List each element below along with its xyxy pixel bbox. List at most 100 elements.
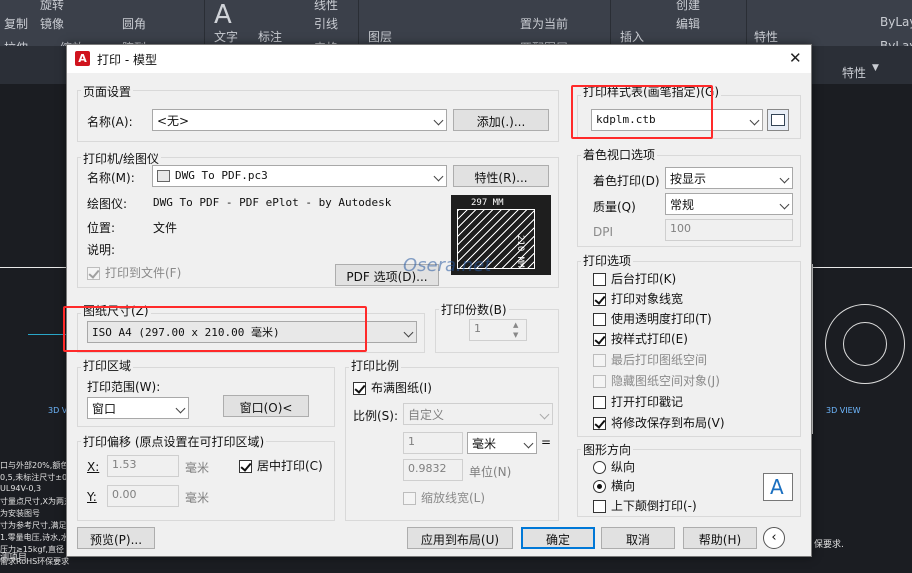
upside-down-checkbox[interactable]: 上下颠倒打印(-) — [593, 499, 697, 515]
description-label: 说明: — [87, 243, 116, 257]
fan-drawing-right — [812, 264, 912, 434]
window-select-button[interactable]: 窗口(O)< — [223, 395, 309, 417]
add-page-setup-button[interactable]: 添加(.)... — [453, 109, 549, 131]
cancel-button[interactable]: 取消 — [601, 527, 675, 549]
highlight-plot-style — [571, 85, 713, 139]
plot-transparency-checkbox[interactable]: 使用透明度打印(T) — [593, 312, 712, 328]
hide-paperspace-objects-checkbox[interactable]: 隐藏图纸空间对象(J) — [593, 374, 720, 390]
chevron-down-icon — [403, 327, 414, 338]
preview-button[interactable]: 预览(P)... — [77, 527, 155, 549]
ok-button[interactable]: 确定 — [521, 527, 595, 549]
offset-x-input[interactable]: 1.53 — [107, 455, 179, 477]
ribbon-text[interactable]: 文字 — [214, 28, 238, 45]
quality-select[interactable]: 常规 — [665, 193, 793, 215]
center-plot-checkbox[interactable]: 居中打印(C) — [239, 459, 323, 475]
offset-y-unit: 毫米 — [185, 491, 210, 505]
ribbon-edit[interactable]: 编辑 — [676, 15, 700, 32]
landscape-radio[interactable]: 横向 — [593, 479, 635, 495]
ribbon-create[interactable]: 创建 — [676, 0, 700, 13]
plot-area-label: 打印区域 — [81, 357, 134, 374]
ribbon-fillet[interactable]: 圆角 — [122, 15, 146, 32]
plot-paperspace-last-checkbox[interactable]: 最后打印图纸空间 — [593, 353, 707, 369]
scale-equals: = — [541, 435, 552, 449]
close-icon[interactable]: ✕ — [789, 49, 802, 67]
chevron-down-icon — [175, 403, 186, 414]
scale-ratio-select[interactable]: 自定义 — [403, 403, 553, 425]
help-button[interactable]: 帮助(H) — [683, 527, 757, 549]
plot-offset-group — [77, 441, 335, 521]
chevron-down-icon — [779, 199, 790, 210]
scale-unit-select[interactable]: 毫米 — [467, 432, 537, 454]
plot-lineweights-checkbox[interactable]: 打印对象线宽 — [593, 292, 683, 308]
shade-plot-select[interactable]: 按显示 — [665, 167, 793, 189]
plot-range-label: 打印范围(W): — [87, 380, 161, 394]
printer-properties-button[interactable]: 特性(R)... — [453, 165, 549, 187]
scale-ratio-label: 比例(S): — [353, 409, 399, 423]
preview-height-label: 210 MM — [515, 235, 525, 268]
fit-to-paper-checkbox[interactable]: 布满图纸(I) — [353, 381, 432, 397]
dpi-label: DPI — [593, 225, 614, 239]
apply-to-layout-button[interactable]: 应用到布局(U) — [407, 527, 513, 549]
plotter-value: DWG To PDF - PDF ePlot - by Autodesk — [153, 196, 392, 209]
scale-value2-input[interactable]: 0.9832 — [403, 459, 463, 481]
chevron-down-icon — [539, 409, 550, 420]
background-plot-checkbox[interactable]: 后台打印(K) — [593, 272, 676, 288]
chevron-down-icon — [433, 115, 444, 126]
highlight-paper-size — [63, 306, 367, 352]
where-value: 文件 — [153, 221, 178, 235]
ribbon-rotate[interactable]: 旋转 — [40, 0, 64, 13]
offset-x-unit: 毫米 — [185, 461, 210, 475]
chevron-down-icon — [749, 115, 760, 126]
dpi-input[interactable]: 100 — [665, 219, 793, 241]
chevron-down-icon[interactable]: ▼ — [872, 63, 879, 73]
ribbon-mirror[interactable]: 镜像 — [40, 15, 64, 32]
ribbon-bylayer-1[interactable]: ByLay — [880, 15, 912, 29]
scale-lineweights-checkbox[interactable]: 缩放线宽(L) — [403, 491, 485, 507]
panel-properties-label[interactable]: 特性 — [842, 64, 866, 81]
plot-scale-label: 打印比例 — [349, 357, 402, 374]
spin-down-icon[interactable]: ▼ — [513, 331, 518, 339]
text-tool-icon[interactable]: A — [214, 0, 232, 30]
copies-label: 打印份数(B) — [439, 301, 509, 318]
chevron-down-icon — [523, 438, 534, 449]
orientation-label: 图形方向 — [581, 441, 634, 458]
right-note: 保要求. — [814, 540, 844, 550]
ribbon: 旋转 镜像 复制 拉伸 缩放 圆角 阵列 A 文字 标注 线性 引线 表格 图层… — [0, 0, 912, 55]
printer-name-select[interactable]: DWG To PDF.pc3 — [152, 165, 447, 187]
shade-plot-label: 着色打印(D) — [593, 174, 660, 188]
shaded-viewport-label: 着色视口选项 — [581, 146, 658, 163]
plot-with-styles-checkbox[interactable]: 按样式打印(E) — [593, 332, 688, 348]
page-setup-name-select[interactable]: <无> — [152, 109, 447, 131]
ribbon-dim[interactable]: 标注 — [258, 28, 282, 45]
save-to-layout-checkbox[interactable]: 将修改保存到布局(V) — [593, 416, 725, 432]
offset-y-input[interactable]: 0.00 — [107, 485, 179, 507]
scale-value1-input[interactable]: 1 — [403, 432, 463, 454]
spin-up-icon[interactable]: ▲ — [513, 321, 518, 329]
printer-group-label: 打印机/绘图仪 — [81, 150, 162, 167]
ribbon-insert[interactable]: 插入 — [620, 28, 644, 45]
print-to-file-checkbox[interactable]: 打印到文件(F) — [87, 266, 181, 282]
print-dialog: A 打印 - 模型 ✕ 页面设置 名称(A): <无> 添加(.)... 打印机… — [63, 44, 812, 557]
notes-bottom: 测项目 — [0, 553, 28, 563]
ribbon-properties[interactable]: 特性 — [754, 28, 778, 45]
ribbon-copy[interactable]: 复制 — [4, 15, 28, 32]
plot-stamp-checkbox[interactable]: 打开打印戳记 — [593, 395, 683, 411]
portrait-radio[interactable]: 纵向 — [593, 460, 635, 476]
ribbon-set-current[interactable]: 置为当前 — [520, 15, 568, 32]
edit-plot-style-icon[interactable] — [767, 109, 789, 131]
where-label: 位置: — [87, 221, 116, 235]
dialog-title: 打印 - 模型 — [97, 53, 157, 67]
ribbon-linear[interactable]: 线性 — [314, 0, 338, 13]
ribbon-leader[interactable]: 引线 — [314, 15, 338, 32]
offset-x-label: X: — [87, 460, 100, 474]
plot-offset-label: 打印偏移 (原点设置在可打印区域) — [81, 433, 267, 450]
collapse-arrow-icon[interactable]: ‹ — [763, 527, 785, 549]
preview-width-label: 297 MM — [469, 198, 506, 208]
plotter-label: 绘图仪: — [87, 197, 128, 211]
chevron-down-icon — [779, 173, 790, 184]
autocad-logo-icon: A — [75, 51, 90, 66]
ribbon-layers[interactable]: 图层 — [368, 28, 392, 45]
landscape-preview-icon: A — [763, 473, 793, 501]
dialog-titlebar: A 打印 - 模型 ✕ — [67, 45, 811, 73]
plot-range-select[interactable]: 窗口 — [87, 397, 189, 419]
